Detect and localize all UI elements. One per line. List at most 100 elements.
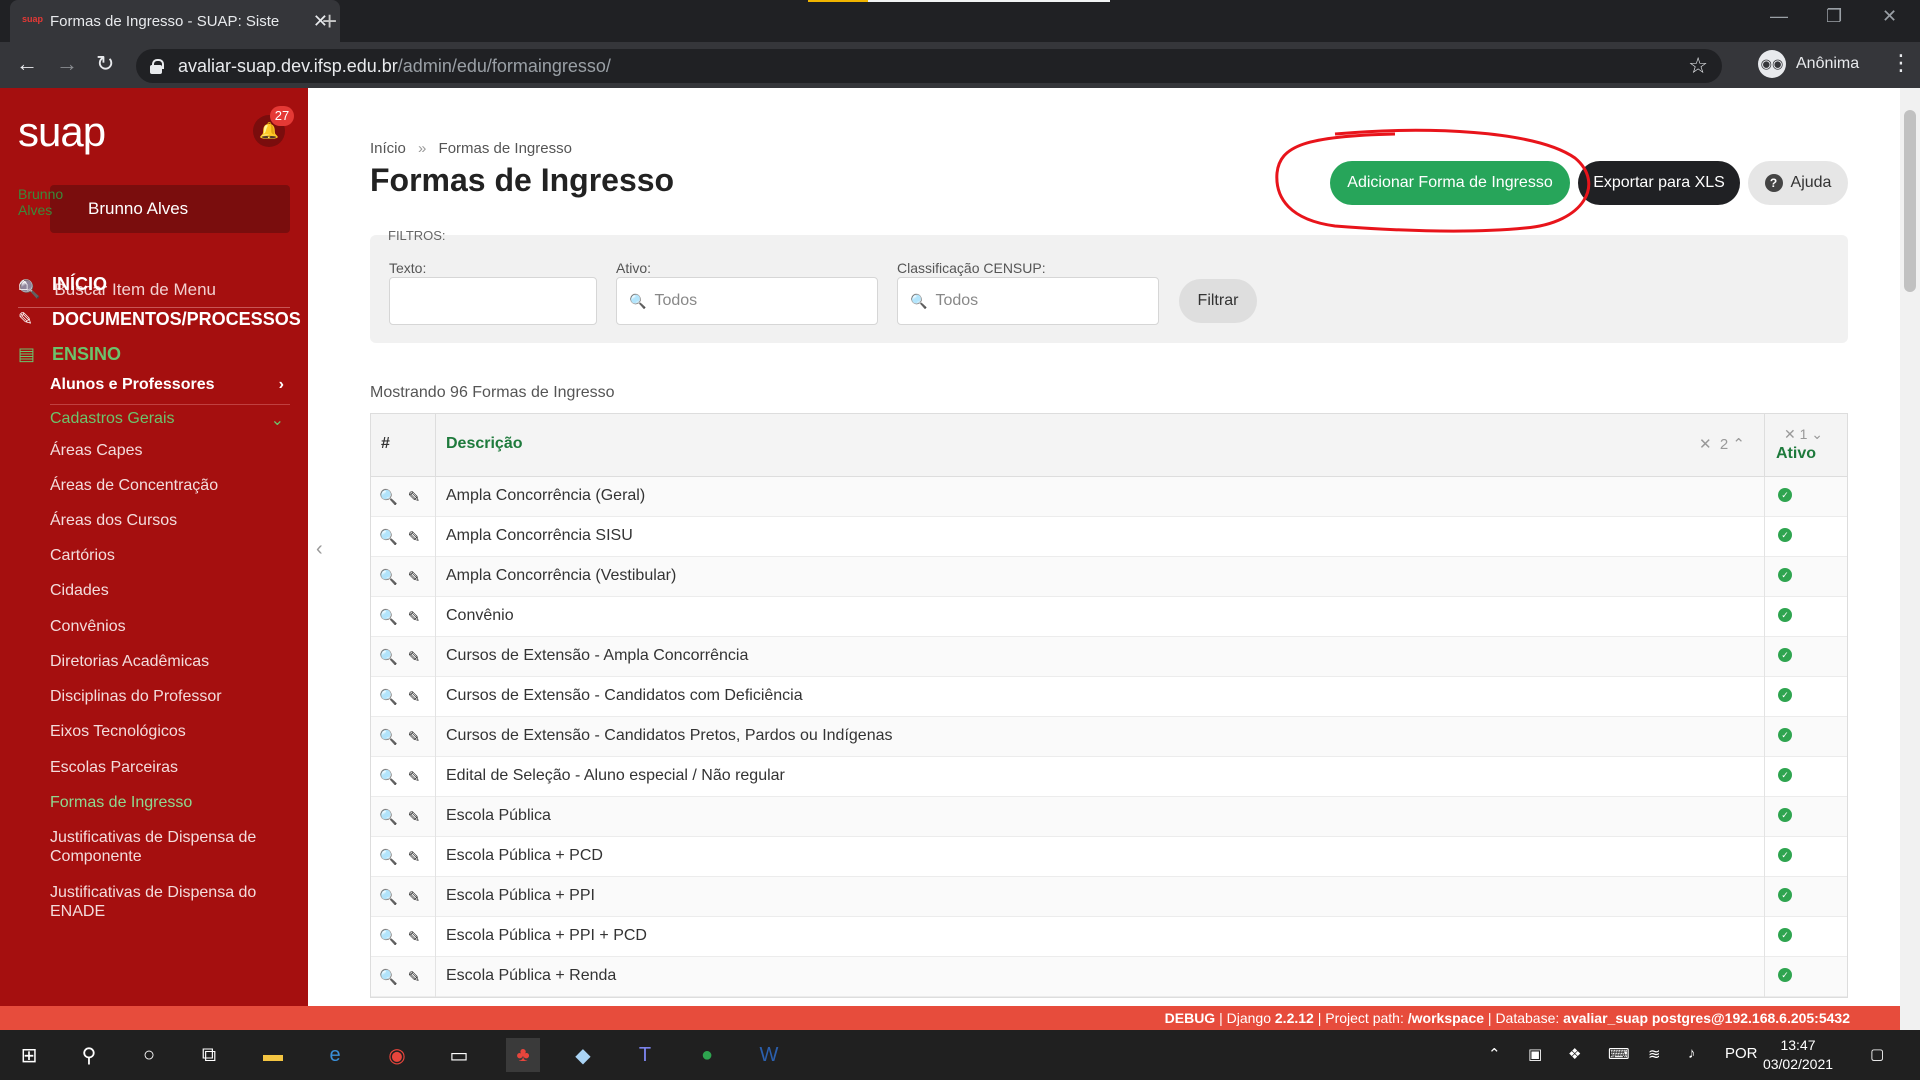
edit-icon[interactable]: ✎: [408, 928, 421, 946]
row-description[interactable]: Escola Pública: [446, 807, 551, 825]
text-filter-input[interactable]: [389, 277, 597, 325]
app-icon[interactable]: ♣: [506, 1038, 540, 1072]
edge-icon[interactable]: e: [318, 1038, 352, 1072]
sidebar-section-documentos[interactable]: ✎ DOCUMENTOS/PROCESSOS: [18, 309, 301, 330]
terminal-icon[interactable]: ▭: [442, 1038, 476, 1072]
volume-icon[interactable]: ♪: [1688, 1045, 1696, 1062]
sidebar-item-cartorios[interactable]: Cartórios: [50, 546, 290, 565]
collapse-sidebar-icon[interactable]: ‹: [316, 538, 323, 561]
view-icon[interactable]: 🔍: [379, 768, 398, 786]
row-description[interactable]: Cursos de Extensão - Candidatos Pretos, …: [446, 727, 892, 745]
edit-icon[interactable]: ✎: [408, 808, 421, 826]
wifi-icon[interactable]: ≋: [1648, 1045, 1661, 1063]
task-view-icon[interactable]: ⧉: [192, 1038, 226, 1072]
windows-start-icon[interactable]: ⊞: [12, 1038, 46, 1072]
new-tab-button[interactable]: +: [322, 6, 337, 37]
page-scrollbar[interactable]: [1900, 88, 1920, 1030]
minimize-icon[interactable]: —: [1770, 6, 1788, 27]
chrome-icon[interactable]: ◉: [380, 1038, 414, 1072]
notifications-icon[interactable]: ▢: [1870, 1045, 1884, 1063]
edit-icon[interactable]: ✎: [408, 488, 421, 506]
col-descricao-sort[interactable]: Descrição: [446, 435, 523, 453]
restore-icon[interactable]: ❐: [1826, 6, 1842, 27]
row-description[interactable]: Escola Pública + PPI: [446, 887, 595, 905]
tray-meet-icon[interactable]: ▣: [1528, 1045, 1542, 1063]
view-icon[interactable]: 🔍: [379, 648, 398, 666]
sidebar-item-alunos-professores[interactable]: Alunos e Professores ›: [50, 376, 290, 394]
cortana-icon[interactable]: ○: [132, 1038, 166, 1072]
user-box[interactable]: Brunno Alves: [50, 185, 290, 233]
search-icon[interactable]: ⚲: [72, 1038, 106, 1072]
edit-icon[interactable]: ✎: [408, 528, 421, 546]
view-icon[interactable]: 🔍: [379, 608, 398, 626]
edit-icon[interactable]: ✎: [408, 608, 421, 626]
clock[interactable]: 13:47 03/02/2021: [1758, 1036, 1838, 1074]
forward-icon[interactable]: →: [56, 51, 78, 77]
edit-icon[interactable]: ✎: [408, 768, 421, 786]
edit-icon[interactable]: ✎: [408, 888, 421, 906]
sidebar-item-escolas-parceiras[interactable]: Escolas Parceiras: [50, 758, 290, 777]
sidebar-item-disciplinas-professor[interactable]: Disciplinas do Professor: [50, 687, 290, 706]
file-explorer-icon[interactable]: ▬: [256, 1038, 290, 1072]
lock-icon[interactable]: [150, 59, 164, 74]
help-button[interactable]: ? Ajuda: [1748, 161, 1848, 205]
row-description[interactable]: Cursos de Extensão - Ampla Concorrência: [446, 647, 748, 665]
scrollbar-thumb[interactable]: [1904, 110, 1916, 292]
edit-icon[interactable]: ✎: [408, 728, 421, 746]
incognito-profile[interactable]: ◉◉ Anônima: [1758, 50, 1859, 78]
teams-icon[interactable]: T: [628, 1038, 662, 1072]
row-description[interactable]: Cursos de Extensão - Candidatos com Defi…: [446, 687, 803, 705]
view-icon[interactable]: 🔍: [379, 928, 398, 946]
view-icon[interactable]: 🔍: [379, 568, 398, 586]
bookmark-star-icon[interactable]: ☆: [1688, 53, 1708, 79]
row-description[interactable]: Escola Pública + Renda: [446, 967, 616, 985]
sidebar-item-justificativas-enade[interactable]: Justificativas de Dispensa do ENADE: [50, 883, 290, 921]
sidebar-item-eixos[interactable]: Eixos Tecnológicos: [50, 722, 290, 741]
sidebar-item-justificativas-componente[interactable]: Justificativas de Dispensa de Componente: [50, 828, 290, 866]
browser-menu-icon[interactable]: ⋮: [1890, 50, 1912, 76]
ativo-filter-select[interactable]: 🔍 Todos: [616, 277, 878, 325]
edit-icon[interactable]: ✎: [408, 968, 421, 986]
evernote-icon[interactable]: ●: [690, 1038, 724, 1072]
edit-icon[interactable]: ✎: [408, 688, 421, 706]
add-forma-ingresso-button[interactable]: Adicionar Forma de Ingresso: [1330, 161, 1570, 205]
sidebar-section-inicio[interactable]: ⌂ INÍCIO: [18, 274, 107, 295]
sidebar-item-areas-concentracao[interactable]: Áreas de Concentração: [50, 476, 290, 495]
tray-app-icon[interactable]: ⌨: [1608, 1045, 1630, 1063]
language-indicator[interactable]: POR: [1725, 1045, 1758, 1062]
view-icon[interactable]: 🔍: [379, 528, 398, 546]
suap-logo[interactable]: suap: [18, 108, 106, 156]
filter-submit-button[interactable]: Filtrar: [1179, 279, 1257, 323]
tray-chevron-icon[interactable]: ⌃: [1488, 1045, 1501, 1063]
view-icon[interactable]: 🔍: [379, 888, 398, 906]
view-icon[interactable]: 🔍: [379, 848, 398, 866]
sidebar-item-areas-cursos[interactable]: Áreas dos Cursos: [50, 511, 290, 530]
ativo-sort-controls[interactable]: ✕ 1 ⌄: [1784, 426, 1823, 443]
sidebar-item-formas-ingresso[interactable]: Formas de Ingresso: [50, 793, 290, 812]
address-bar[interactable]: avaliar-suap.dev.ifsp.edu.br/admin/edu/f…: [136, 49, 1722, 83]
dropbox-icon[interactable]: ❖: [1568, 1045, 1581, 1063]
view-icon[interactable]: 🔍: [379, 488, 398, 506]
export-xls-button[interactable]: Exportar para XLS: [1578, 161, 1740, 205]
row-description[interactable]: Ampla Concorrência (Geral): [446, 487, 645, 505]
notepad-icon[interactable]: ◆: [566, 1038, 600, 1072]
word-icon[interactable]: W: [752, 1038, 786, 1072]
reload-icon[interactable]: ↻: [96, 51, 114, 77]
close-window-icon[interactable]: ✕: [1882, 6, 1897, 27]
breadcrumb-home[interactable]: Início: [370, 140, 406, 157]
view-icon[interactable]: 🔍: [379, 968, 398, 986]
sidebar-item-convenios[interactable]: Convênios: [50, 617, 290, 636]
row-description[interactable]: Convênio: [446, 607, 514, 625]
col-ativo-sort[interactable]: Ativo: [1776, 445, 1816, 463]
sidebar-item-areas-capes[interactable]: Áreas Capes: [50, 441, 290, 460]
edit-icon[interactable]: ✎: [408, 848, 421, 866]
row-description[interactable]: Edital de Seleção - Aluno especial / Não…: [446, 767, 785, 785]
browser-tab[interactable]: suap Formas de Ingresso - SUAP: Siste ✕: [10, 0, 340, 42]
sidebar-item-diretorias[interactable]: Diretorias Acadêmicas: [50, 652, 290, 671]
view-icon[interactable]: 🔍: [379, 728, 398, 746]
edit-icon[interactable]: ✎: [408, 648, 421, 666]
sidebar-section-ensino[interactable]: ▤ ENSINO: [18, 344, 121, 365]
censup-filter-select[interactable]: 🔍 Todos: [897, 277, 1159, 325]
avatar[interactable]: Brunno Alves: [18, 186, 66, 232]
row-description[interactable]: Ampla Concorrência SISU: [446, 527, 633, 545]
